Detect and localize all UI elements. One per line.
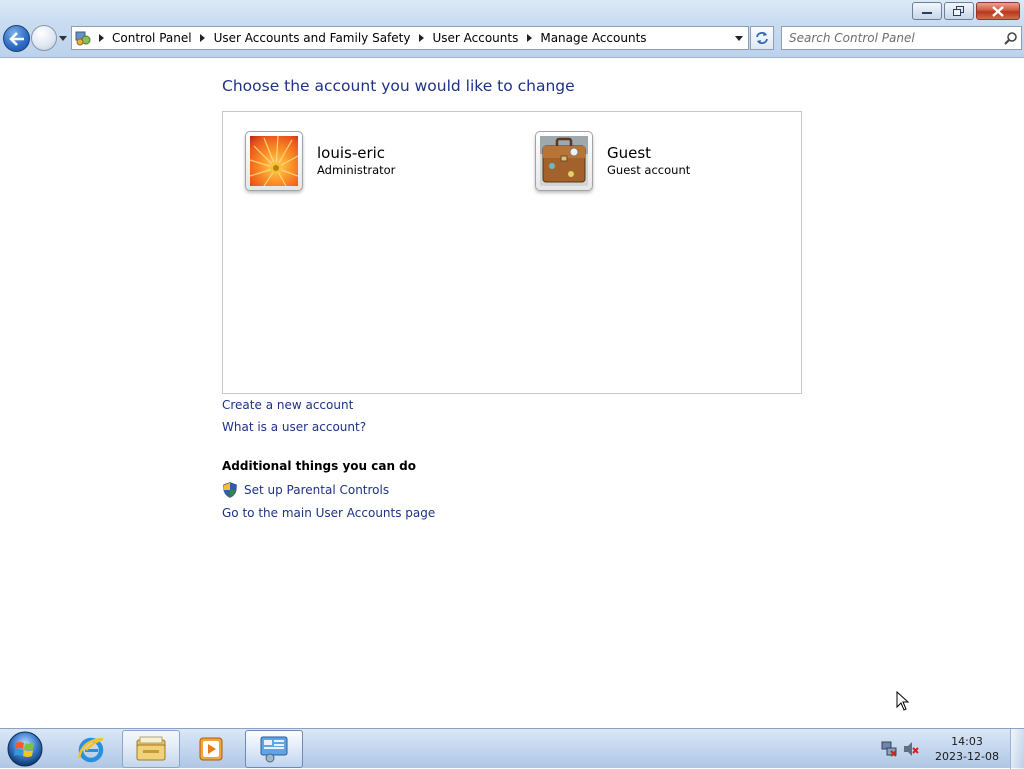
navigation-bar: Control Panel User Accounts and Family S… — [0, 24, 1024, 52]
recent-pages-dropdown[interactable] — [57, 32, 69, 44]
avatar — [245, 131, 303, 191]
account-info: louis-eric Administrator — [317, 131, 395, 193]
refresh-icon — [756, 32, 768, 44]
account-info: Guest Guest account — [607, 131, 690, 193]
page-title: Choose the account you would like to cha… — [222, 77, 575, 95]
restore-icon — [953, 6, 964, 16]
orange-flower-picture-icon — [250, 136, 298, 186]
window-chrome: Control Panel User Accounts and Family S… — [0, 0, 1024, 58]
media-player-icon — [199, 737, 223, 761]
search-icon[interactable] — [999, 31, 1021, 45]
breadcrumb-separator-icon[interactable] — [414, 27, 428, 49]
breadcrumb-control-panel[interactable]: Control Panel — [108, 27, 196, 49]
breadcrumb-user-accounts[interactable]: User Accounts — [428, 27, 522, 49]
parental-controls-link[interactable]: Set up Parental Controls — [222, 482, 389, 498]
breadcrumb-separator-icon[interactable] — [196, 27, 210, 49]
avatar — [535, 131, 593, 191]
account-tile-guest[interactable]: Guest Guest account — [535, 131, 690, 193]
accounts-list: louis-eric Administrator Guest Guest acc… — [222, 111, 802, 394]
start-button[interactable] — [5, 730, 45, 768]
account-type: Guest account — [607, 163, 691, 177]
shield-icon — [223, 482, 237, 498]
window-controls — [912, 2, 1020, 20]
account-tile-louis-eric[interactable]: louis-eric Administrator — [245, 131, 395, 193]
internet-explorer-icon — [77, 737, 104, 763]
clock-date: 2023-12-08 — [935, 750, 999, 763]
search-box[interactable] — [781, 26, 1022, 50]
clock[interactable]: 14:03 2023-12-08 — [928, 734, 1006, 764]
back-arrow-icon — [8, 31, 24, 46]
internet-explorer-button[interactable] — [62, 730, 120, 768]
forward-button[interactable] — [31, 25, 57, 51]
windows-logo-icon — [7, 731, 43, 767]
control-panel-icon — [72, 27, 94, 49]
account-type: Administrator — [317, 163, 396, 177]
chevron-down-icon — [735, 35, 743, 41]
network-icon[interactable] — [878, 738, 900, 760]
breadcrumb-user-accounts-family-safety[interactable]: User Accounts and Family Safety — [210, 27, 415, 49]
restore-button[interactable] — [944, 2, 974, 20]
breadcrumb-separator-icon[interactable] — [522, 27, 536, 49]
what-is-account-link[interactable]: What is a user account? — [222, 420, 366, 434]
minimize-button[interactable] — [912, 2, 942, 20]
mouse-pointer-icon — [896, 690, 910, 715]
control-panel-icon — [260, 736, 288, 763]
close-button[interactable] — [976, 2, 1020, 20]
system-tray: 14:03 2023-12-08 — [878, 729, 1024, 769]
main-user-accounts-label: Go to the main User Accounts page — [222, 506, 436, 520]
parental-controls-label: Set up Parental Controls — [244, 483, 390, 497]
taskbar: 14:03 2023-12-08 — [0, 728, 1024, 769]
search-input[interactable] — [782, 28, 999, 48]
minimize-icon — [922, 12, 932, 14]
clock-time: 14:03 — [951, 735, 983, 748]
folder-icon — [136, 736, 166, 761]
show-desktop-button[interactable] — [1010, 729, 1024, 769]
speaker-muted-icon[interactable] — [900, 738, 922, 760]
main-user-accounts-link[interactable]: Go to the main User Accounts page — [222, 506, 435, 520]
media-player-button[interactable] — [182, 730, 240, 768]
additional-tasks-heading: Additional things you can do — [222, 459, 417, 473]
refresh-button[interactable] — [750, 26, 774, 50]
chevron-down-icon — [59, 35, 67, 41]
breadcrumb-manage-accounts[interactable]: Manage Accounts — [536, 27, 650, 49]
control-panel-button[interactable] — [245, 730, 303, 768]
windows-explorer-button[interactable] — [122, 730, 180, 768]
briefcase-picture-icon — [540, 136, 588, 186]
address-dropdown-button[interactable] — [730, 27, 748, 49]
close-icon — [992, 5, 1004, 17]
create-account-link[interactable]: Create a new account — [222, 398, 353, 412]
back-button[interactable] — [3, 25, 30, 52]
account-name: Guest — [607, 144, 652, 162]
address-bar[interactable]: Control Panel User Accounts and Family S… — [71, 26, 749, 50]
account-name: louis-eric — [317, 144, 386, 162]
breadcrumb-separator-icon[interactable] — [94, 27, 108, 49]
